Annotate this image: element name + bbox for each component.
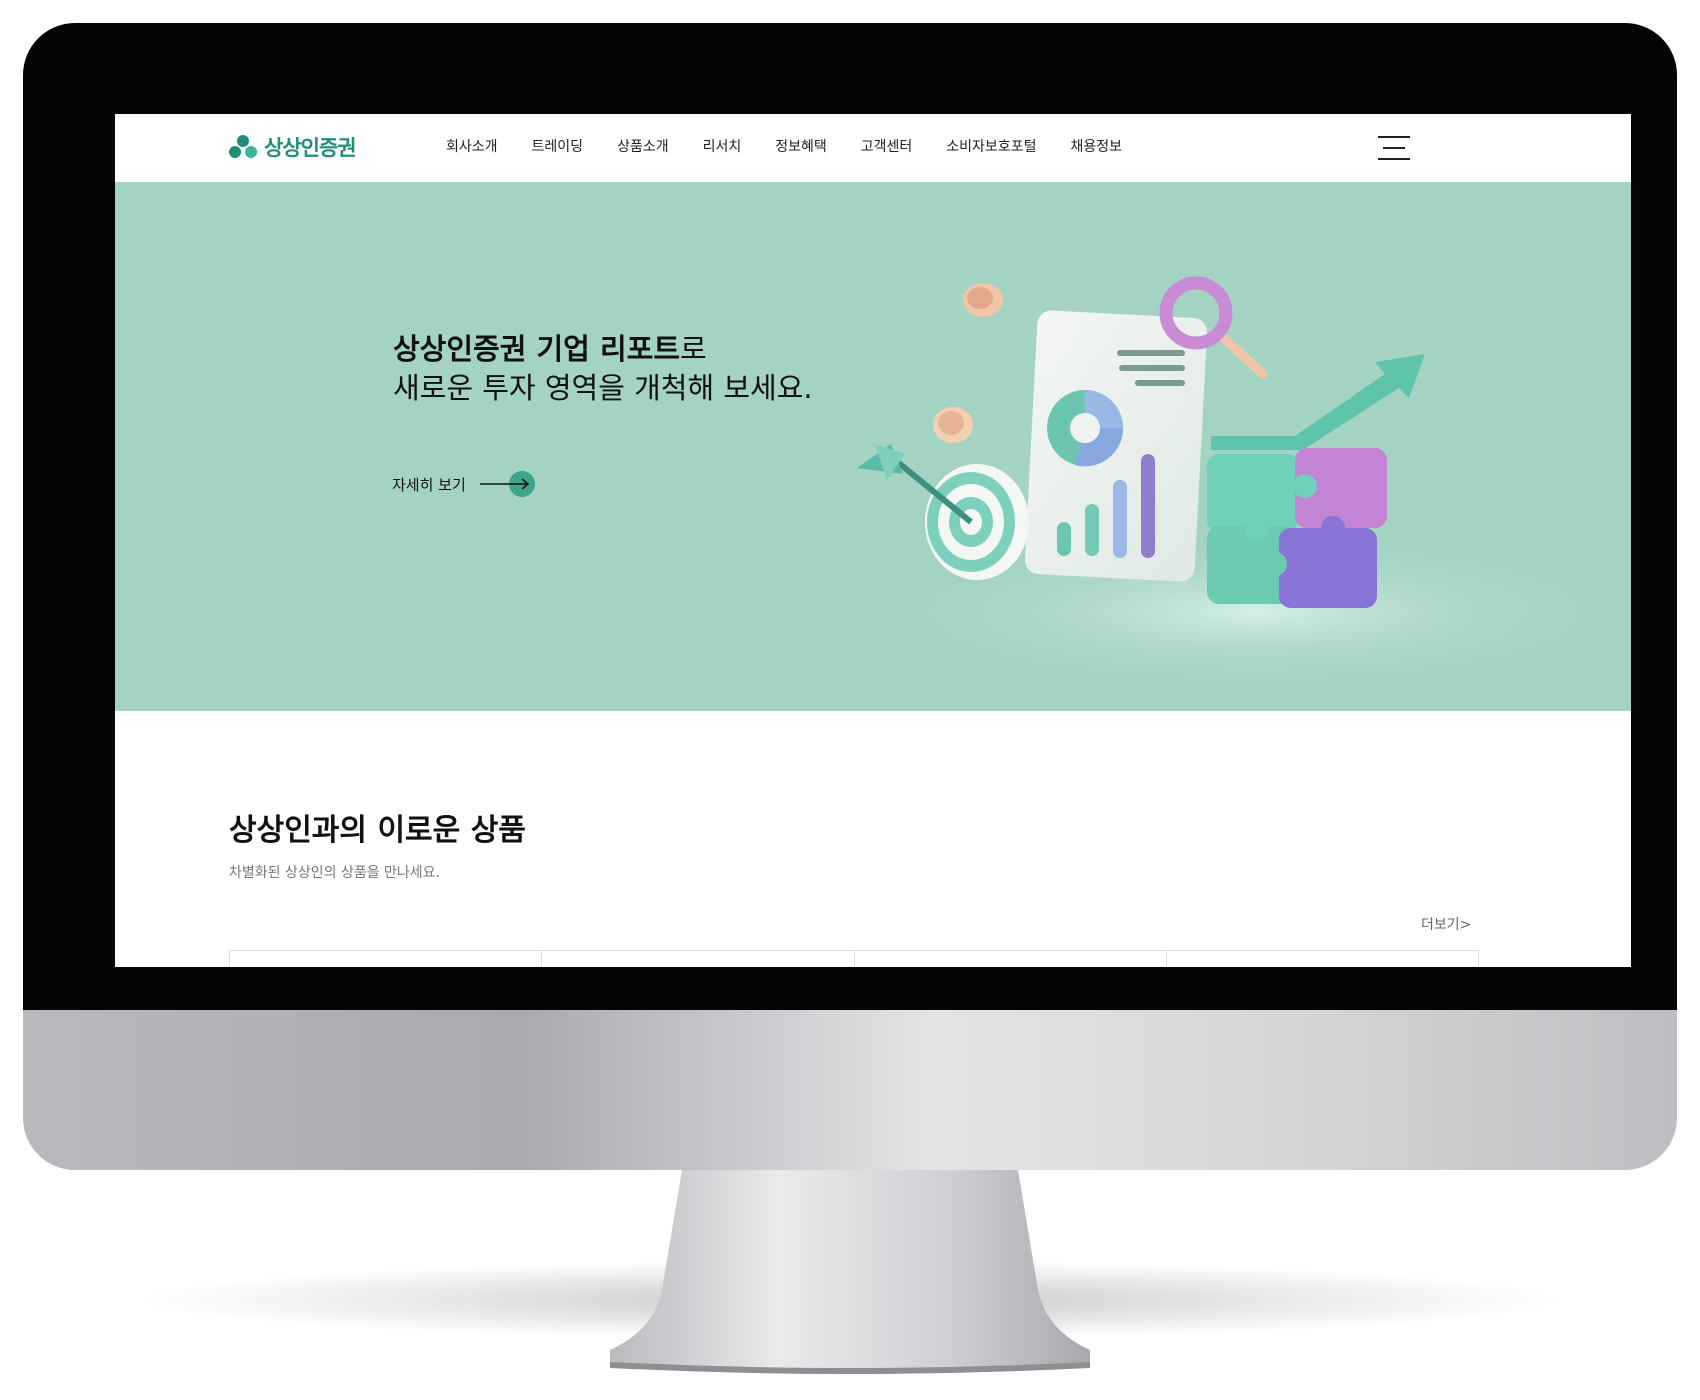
product-card[interactable]	[541, 950, 854, 967]
monitor-chin	[23, 1010, 1677, 1170]
product-card[interactable]	[853, 950, 1166, 967]
product-cards	[229, 950, 1479, 967]
hero-title: 상상인증권 기업 리포트로 새로운 투자 영역을 개척해 보세요.	[393, 330, 813, 408]
nav-item-consumer-protection[interactable]: 소비자보호포털	[929, 136, 1053, 156]
document-icon	[1024, 310, 1208, 582]
monitor-stand	[610, 1170, 1090, 1374]
website-screen: 상상인증권 회사소개 트레이딩 상품소개 리서치 정보혜택 고객센터 소비자보호…	[115, 114, 1631, 967]
logo-text: 상상인증권	[264, 136, 357, 160]
monitor: 상상인증권 회사소개 트레이딩 상품소개 리서치 정보혜택 고객센터 소비자보호…	[23, 23, 1677, 1170]
coin-icon	[963, 283, 1003, 317]
nav-item-trading[interactable]: 트레이딩	[515, 136, 601, 156]
products-more-link[interactable]: 더보기>	[1421, 914, 1471, 934]
product-card[interactable]	[1165, 950, 1479, 967]
nav-item-products[interactable]: 상품소개	[600, 136, 686, 156]
hero-more-button[interactable]: 자세히 보기	[392, 469, 538, 499]
nav-item-support[interactable]: 고객센터	[844, 136, 930, 156]
nav-item-benefits[interactable]: 정보혜택	[758, 136, 844, 156]
coin-icon	[933, 407, 973, 443]
site-logo[interactable]: 상상인증권	[228, 132, 357, 162]
arrow-right-icon	[479, 471, 535, 497]
nav-item-company[interactable]: 회사소개	[429, 136, 515, 156]
product-card[interactable]	[229, 950, 542, 967]
products-subtitle: 차별화된 상상인의 상품을 만나세요.	[229, 865, 440, 881]
products-title: 상상인과의 이로운 상품	[229, 813, 526, 848]
growth-arrow-icon	[1211, 354, 1425, 450]
logo-icon	[229, 135, 257, 158]
menu-icon[interactable]	[1378, 136, 1410, 160]
hero-title-bold: 상상인증권 기업 리포트	[393, 332, 680, 366]
nav-item-research[interactable]: 리서치	[686, 136, 759, 156]
hero-title-line2: 새로운 투자 영역을 개척해 보세요.	[393, 371, 813, 405]
puzzle-icon	[1207, 448, 1387, 608]
hero-banner: 상상인증권 기업 리포트로 새로운 투자 영역을 개척해 보세요. 자세히 보기	[115, 182, 1631, 711]
target-icon	[857, 444, 1029, 580]
hero-title-suffix: 로	[680, 332, 707, 366]
nav-item-careers[interactable]: 채용정보	[1053, 136, 1139, 156]
hero-more-label: 자세히 보기	[392, 475, 466, 494]
main-nav: 회사소개 트레이딩 상품소개 리서치 정보혜택 고객센터 소비자보호포털 채용정…	[429, 136, 1139, 156]
site-header: 상상인증권 회사소개 트레이딩 상품소개 리서치 정보혜택 고객센터 소비자보호…	[115, 114, 1631, 182]
report-illustration	[857, 276, 1615, 687]
